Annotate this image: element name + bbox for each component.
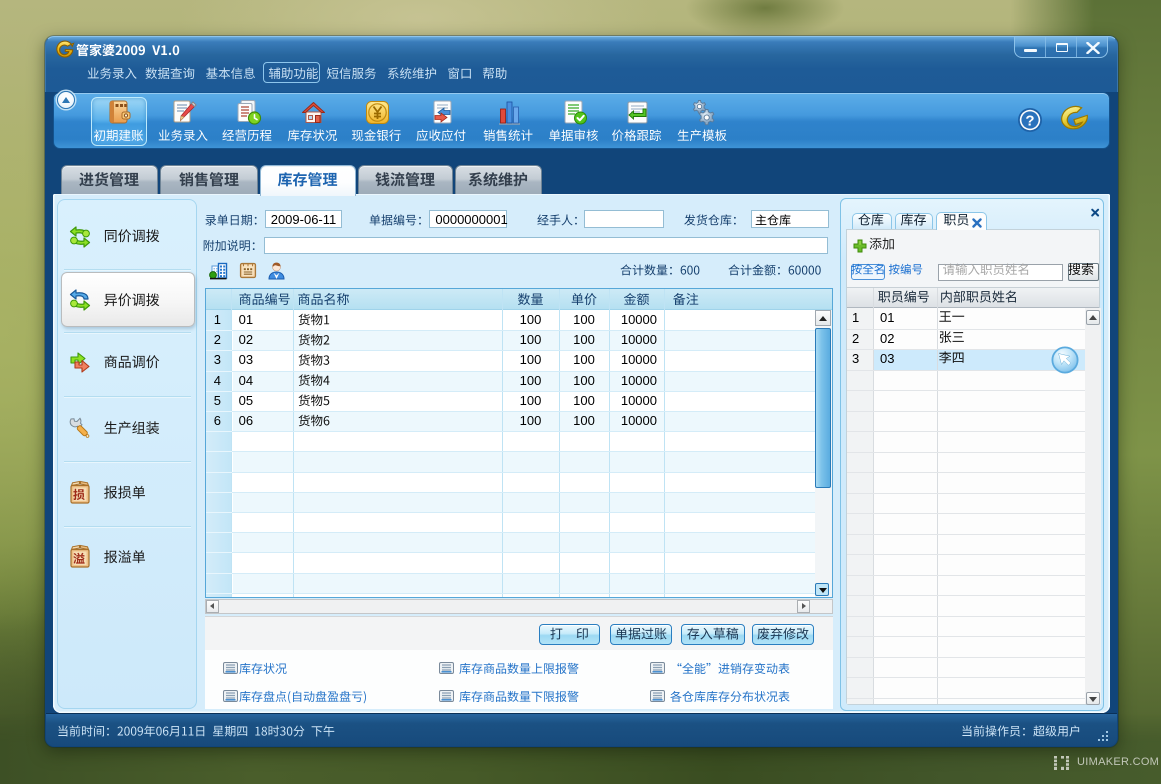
svg-text:?: ? <box>1025 113 1034 130</box>
